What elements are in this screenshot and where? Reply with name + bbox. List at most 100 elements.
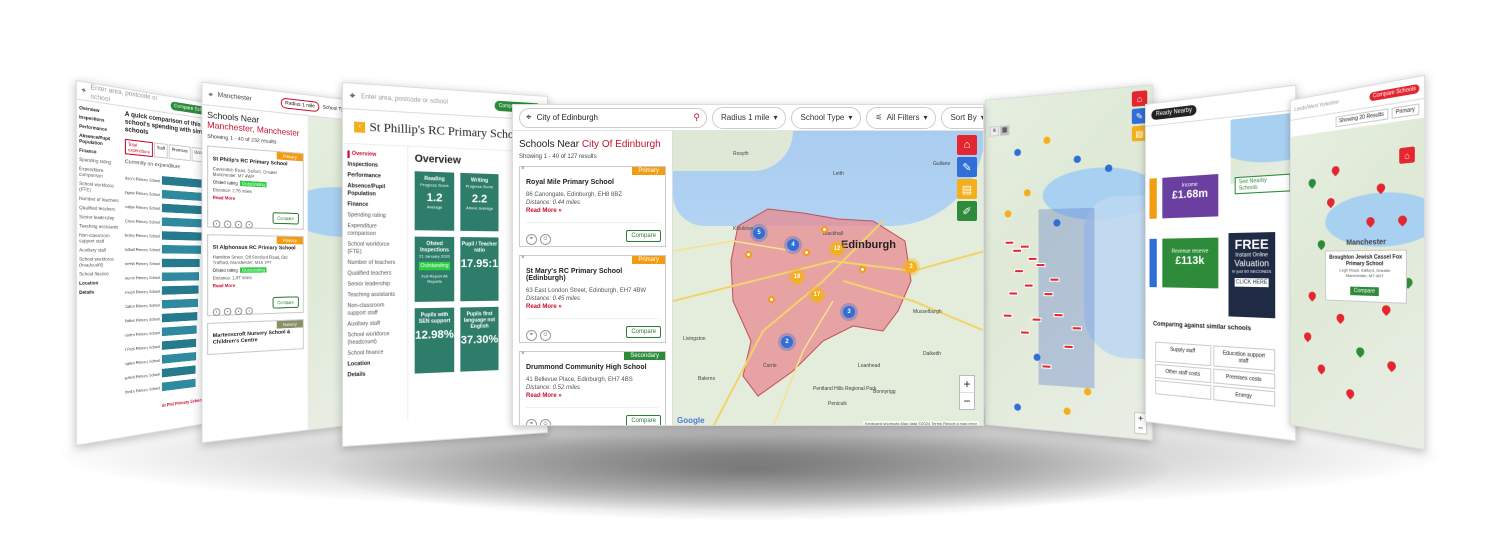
- school-cluster-marker[interactable]: 5: [753, 227, 765, 239]
- location-pin-icon[interactable]: ⌖: [526, 330, 537, 341]
- search-box[interactable]: ⌖ City of Edinburgh ⚲: [519, 108, 707, 128]
- location-pin-icon[interactable]: •: [213, 308, 221, 316]
- school-cluster-marker[interactable]: [1084, 388, 1091, 396]
- compare-button[interactable]: Compare: [272, 212, 299, 224]
- school-cluster-marker[interactable]: [1014, 403, 1021, 411]
- school-marker[interactable]: [1036, 263, 1046, 267]
- left-nav-item[interactable]: Expenditure comparison: [79, 165, 120, 180]
- valuation-ad[interactable]: FREE Instant Online Valuation in just 60…: [1229, 232, 1276, 318]
- child-icon[interactable]: •: [245, 307, 252, 315]
- school-marker[interactable]: [1008, 291, 1018, 295]
- list-view-icon[interactable]: ≡: [990, 126, 999, 137]
- compare-button[interactable]: Compare: [626, 230, 661, 242]
- read-more-link[interactable]: Read More »: [526, 208, 659, 214]
- person-icon[interactable]: •: [235, 221, 243, 229]
- close-icon[interactable]: ×: [521, 166, 525, 172]
- school-name[interactable]: Royal Mile Primary School: [526, 179, 659, 186]
- school-cluster-marker[interactable]: [1034, 353, 1041, 361]
- school-nav-item[interactable]: Details: [347, 370, 403, 380]
- location-pin-icon[interactable]: ⌖: [526, 419, 537, 426]
- school-card[interactable]: Primary St Alphonsus RC Primary School Ham…: [207, 234, 304, 316]
- chart-tab[interactable]: Staff: [154, 142, 168, 158]
- building-icon[interactable]: •: [224, 308, 232, 316]
- zoom-out-button[interactable]: −: [960, 393, 974, 409]
- search-input[interactable]: Manchester: [218, 91, 277, 106]
- school-nav-item[interactable]: Finance: [347, 201, 403, 210]
- chart-tab[interactable]: Total expenditure: [125, 139, 153, 157]
- school-nav-item[interactable]: Inspections: [347, 161, 403, 171]
- school-marker[interactable]: [1020, 245, 1030, 249]
- school-nav-item[interactable]: Absence/Pupil Population: [347, 183, 403, 200]
- building-icon[interactable]: •: [224, 220, 232, 228]
- location-pin-icon[interactable]: ⌖: [526, 234, 537, 245]
- zoom-out-button[interactable]: −: [1135, 423, 1146, 434]
- search-input[interactable]: City of Edinburgh: [537, 113, 689, 122]
- school-card[interactable]: × Secondary Drummond Community High School…: [519, 351, 666, 426]
- school-marker[interactable]: [1041, 364, 1051, 369]
- left-nav-item[interactable]: Location: [79, 280, 120, 286]
- radius-select[interactable]: Radius 1 mile: [281, 97, 319, 112]
- draw-pen-icon[interactable]: ✎: [957, 157, 977, 177]
- home-icon[interactable]: ⌂: [957, 135, 977, 155]
- school-nav-item[interactable]: Overview: [347, 150, 403, 160]
- close-icon[interactable]: ×: [521, 255, 525, 261]
- results-list[interactable]: Schools Near City Of Edinburgh Showing 1…: [513, 131, 673, 426]
- school-marker[interactable]: [745, 251, 752, 258]
- school-cluster-marker[interactable]: [1064, 407, 1071, 415]
- sort-by-select[interactable]: Sort By▾: [941, 107, 984, 129]
- left-nav-item[interactable]: School workforce (FTE): [79, 180, 120, 194]
- left-nav-item[interactable]: Spending rating: [79, 156, 120, 166]
- school-cluster-marker[interactable]: 12: [831, 243, 843, 255]
- school-cluster-marker[interactable]: 2: [781, 336, 793, 348]
- left-nav-item[interactable]: School finance: [79, 271, 120, 277]
- left-nav-item[interactable]: Details: [79, 288, 120, 295]
- school-name[interactable]: St Mary's RC Primary School (Edinburgh): [526, 268, 659, 282]
- school-nav-item[interactable]: Qualified teachers: [347, 270, 403, 278]
- school-nav-item[interactable]: Non-classroom support staff: [347, 302, 403, 318]
- school-marker[interactable]: [1028, 257, 1038, 261]
- left-nav-item[interactable]: Number of teachers: [79, 195, 120, 203]
- person-icon[interactable]: ☺: [540, 330, 551, 341]
- school-card[interactable]: Primary St Philip's RC Primary School Cave…: [207, 145, 304, 229]
- comparison-cell[interactable]: Supply staff: [1155, 342, 1211, 367]
- person-icon[interactable]: •: [235, 307, 243, 315]
- school-nav-item[interactable]: School workforce (headcount): [347, 331, 403, 348]
- school-marker[interactable]: [821, 226, 828, 233]
- school-marker[interactable]: [1049, 278, 1059, 282]
- map-attribution[interactable]: Keyboard shortcuts Map data ©2024 Terms …: [863, 421, 979, 426]
- school-marker[interactable]: [1020, 330, 1030, 334]
- left-nav-item[interactable]: Auxiliary staff: [79, 247, 120, 253]
- school-marker[interactable]: [1012, 249, 1022, 253]
- school-marker[interactable]: [803, 249, 810, 256]
- school-marker[interactable]: [1005, 241, 1015, 245]
- read-more-link[interactable]: Read More »: [526, 393, 659, 399]
- school-marker[interactable]: [859, 266, 866, 273]
- type-select[interactable]: Primary: [1391, 103, 1419, 119]
- search-icon[interactable]: ⚲: [693, 112, 700, 123]
- home-icon[interactable]: ⌂: [1399, 146, 1415, 164]
- school-card[interactable]: × Primary Royal Mile Primary School 86 Cano…: [519, 166, 666, 247]
- school-name[interactable]: Martenscroft Nursery School & Children's…: [213, 329, 299, 346]
- read-more-link[interactable]: Read More: [213, 195, 299, 204]
- close-icon[interactable]: ×: [521, 351, 525, 357]
- school-nav-item[interactable]: Number of teachers: [347, 260, 403, 268]
- school-marker[interactable]: [1072, 326, 1082, 331]
- school-nav-item[interactable]: Senior leadership: [347, 281, 403, 289]
- chart-tab[interactable]: Premises: [169, 144, 191, 161]
- location-pin-icon[interactable]: •: [213, 220, 221, 228]
- school-nav-item[interactable]: Auxiliary staff: [347, 320, 403, 329]
- school-cluster-marker[interactable]: 3: [843, 306, 855, 318]
- school-card[interactable]: Nursery Martenscroft Nursery School & Chi…: [207, 319, 304, 355]
- school-cluster-marker[interactable]: 17: [811, 289, 823, 301]
- left-nav-item[interactable]: Absence/Pupil Population: [79, 132, 120, 148]
- school-nav-item[interactable]: School workforce (FTE): [347, 241, 403, 256]
- comparison-cell[interactable]: Energy: [1213, 385, 1275, 406]
- school-nav-item[interactable]: Expenditure comparison: [347, 223, 403, 239]
- compare-schools-button[interactable]: Compare Schools: [1370, 83, 1420, 101]
- all-filters-button[interactable]: ⚟ All Filters ▾: [866, 107, 936, 129]
- left-nav-item[interactable]: Non-classroom support staff: [79, 232, 120, 244]
- school-card[interactable]: × Primary St Mary's RC Primary School (Edi…: [519, 255, 666, 343]
- map-view-icon[interactable]: ▦: [1000, 125, 1009, 136]
- school-marker[interactable]: [1024, 283, 1034, 287]
- school-marker[interactable]: [1043, 292, 1053, 296]
